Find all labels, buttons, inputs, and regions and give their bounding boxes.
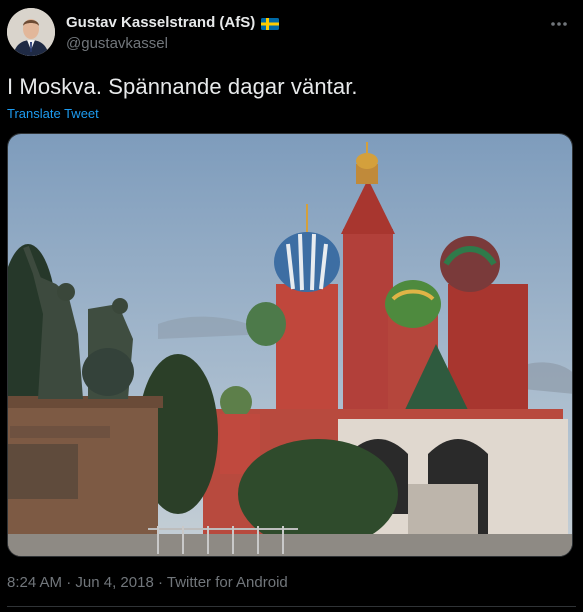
sweden-flag-icon [261, 17, 280, 30]
avatar[interactable] [7, 8, 55, 56]
meta-separator: · [62, 574, 76, 591]
meta-separator: · [153, 574, 167, 591]
tweet-time[interactable]: 8:24 AM [7, 574, 62, 591]
tweet-source[interactable]: Twitter for Android [167, 574, 288, 591]
tweet-photo[interactable] [7, 133, 573, 557]
translate-tweet-link[interactable]: Translate Tweet [7, 106, 99, 121]
tweet-date[interactable]: Jun 4, 2018 [75, 574, 153, 591]
divider [7, 606, 576, 607]
display-name[interactable]: Gustav Kasselstrand (AfS) [66, 14, 255, 31]
handle[interactable]: @gustavkassel [66, 35, 168, 52]
more-options-icon[interactable] [549, 14, 569, 34]
tweet-metadata: 8:24 AM · Jun 4, 2018 · Twitter for Andr… [7, 574, 288, 591]
tweet-text: I Moskva. Spännande dagar väntar. [7, 74, 358, 99]
tweet-header: Gustav Kasselstrand (AfS) @gustavkassel [7, 8, 575, 58]
